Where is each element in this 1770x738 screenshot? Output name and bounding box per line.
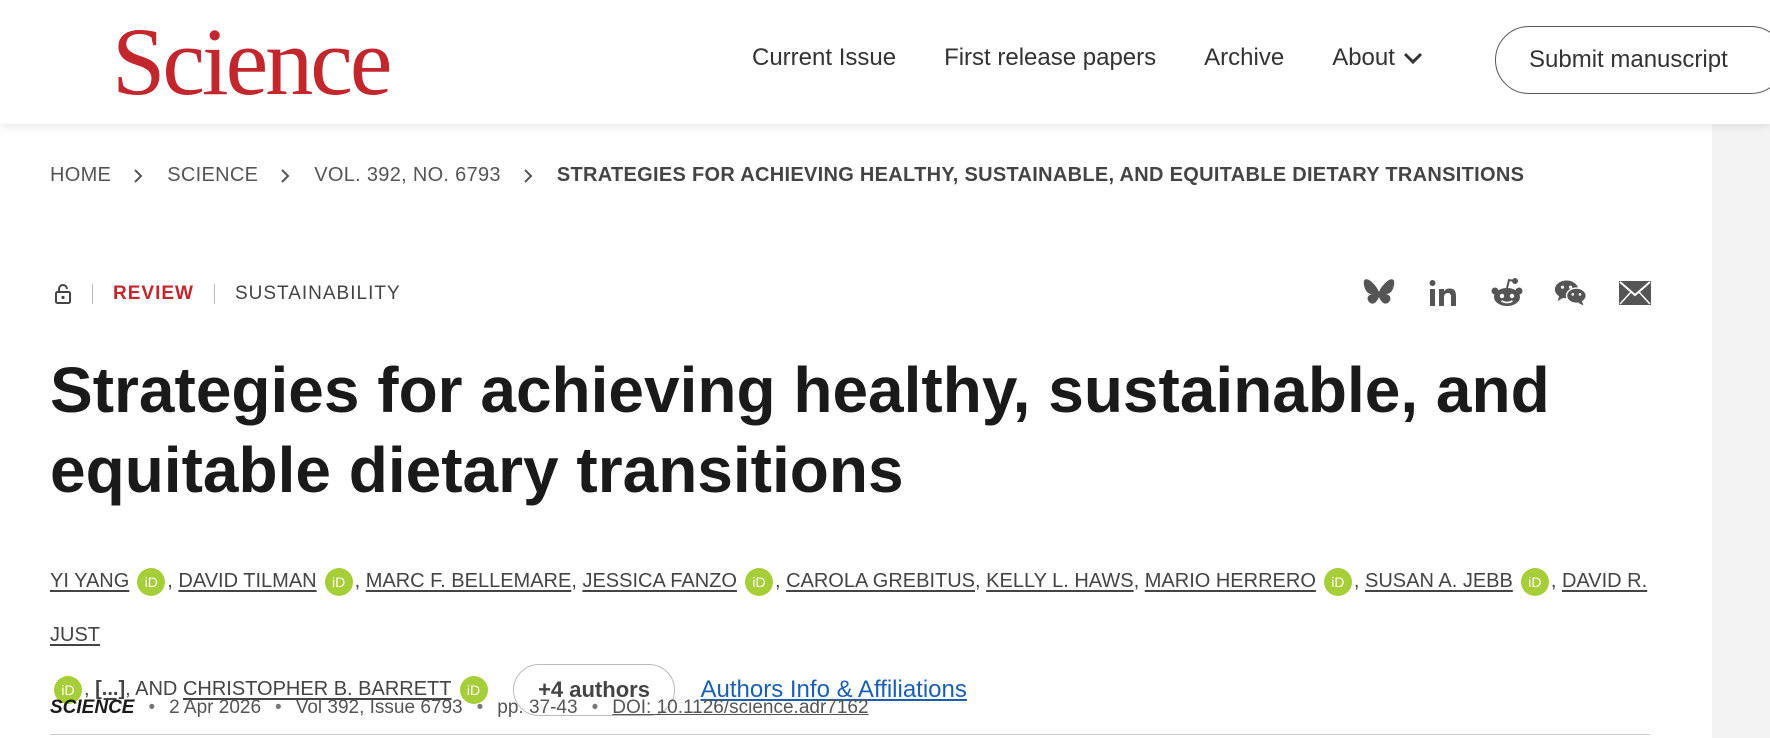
email-icon[interactable] xyxy=(1618,276,1652,310)
article-title: Strategies for achieving healthy, sustai… xyxy=(50,354,1550,506)
author-link[interactable]: DAVID TILMAN xyxy=(178,570,316,592)
author-list: YI YANG iD, DAVID TILMAN iD, MARC F. BELLE… xyxy=(50,554,1690,717)
orcid-icon[interactable]: iD xyxy=(744,567,773,596)
chevron-right-icon xyxy=(523,168,533,184)
divider-line xyxy=(50,734,1650,735)
author-link[interactable]: MARIO HERRERO xyxy=(1145,570,1316,592)
scrollbar-track[interactable] xyxy=(1712,124,1770,738)
lock-open-icon xyxy=(55,284,71,304)
nav-first-release[interactable]: First release papers xyxy=(944,44,1156,72)
nav-current-issue[interactable]: Current Issue xyxy=(752,44,896,72)
bluesky-icon[interactable] xyxy=(1362,276,1396,310)
publication-date: 2 Apr 2026 xyxy=(169,697,262,718)
volume-issue[interactable]: Vol 392, Issue 6793 xyxy=(296,697,463,719)
breadcrumb-science[interactable]: SCIENCE xyxy=(167,164,258,187)
separator-dot: • xyxy=(275,697,282,718)
breadcrumb-home[interactable]: HOME xyxy=(50,164,111,187)
article-subject[interactable]: SUSTAINABILITY xyxy=(235,283,401,305)
orcid-icon[interactable]: iD xyxy=(1323,567,1352,596)
main-nav: Current Issue First release papers Archi… xyxy=(752,44,1471,72)
orcid-icon[interactable]: iD xyxy=(137,567,166,596)
linkedin-icon[interactable] xyxy=(1426,276,1460,310)
wechat-icon[interactable] xyxy=(1554,276,1588,310)
divider xyxy=(213,284,215,304)
separator-dot: • xyxy=(148,697,156,718)
breadcrumb: HOME SCIENCE VOL. 392, NO. 6793 STRATEGI… xyxy=(50,164,1524,187)
share-bar xyxy=(1362,276,1682,310)
author-link[interactable]: SUSAN A. JEBB xyxy=(1365,570,1513,592)
separator-dot: • xyxy=(591,697,599,718)
separator-dot: • xyxy=(476,697,484,718)
divider xyxy=(92,284,93,304)
chevron-right-icon xyxy=(280,168,290,184)
nav-archive[interactable]: Archive xyxy=(1204,44,1284,72)
doi-link[interactable]: DOI: 10.1126/science.adr7162 xyxy=(612,697,868,719)
nav-about[interactable]: About xyxy=(1332,44,1423,72)
author-link[interactable]: MARC F. BELLEMARE xyxy=(366,570,572,592)
article-type: REVIEW xyxy=(113,283,194,304)
author-link[interactable]: KELLY L. HAWS xyxy=(986,570,1133,592)
reddit-icon[interactable] xyxy=(1490,276,1524,310)
orcid-icon[interactable]: iD xyxy=(1520,567,1549,596)
breadcrumb-volume[interactable]: VOL. 392, NO. 6793 xyxy=(314,164,501,187)
author-link[interactable]: CAROLA GREBITUS xyxy=(786,570,975,592)
author-link[interactable]: YI YANG xyxy=(50,570,129,592)
chevron-right-icon xyxy=(133,168,143,184)
breadcrumb-current: STRATEGIES FOR ACHIEVING HEALTHY, SUSTAI… xyxy=(556,164,1525,186)
article-tags: REVIEW SUSTAINABILITY xyxy=(54,283,401,305)
nav-about-label: About xyxy=(1332,44,1395,71)
chevron-down-icon xyxy=(1403,52,1422,65)
orcid-icon[interactable]: iD xyxy=(324,567,353,596)
journal-name: SCIENCE xyxy=(50,697,135,718)
submit-manuscript-button[interactable]: Submit manuscript xyxy=(1495,26,1770,94)
article-meta: SCIENCE • 2 Apr 2026 • Vol 392, Issue 67… xyxy=(50,697,869,719)
site-header: Science Current Issue First release pape… xyxy=(0,0,1770,124)
science-logo[interactable]: Science xyxy=(112,14,392,110)
page-range: pp. 37-43 xyxy=(497,697,578,718)
author-link[interactable]: JESSICA FANZO xyxy=(582,570,736,592)
